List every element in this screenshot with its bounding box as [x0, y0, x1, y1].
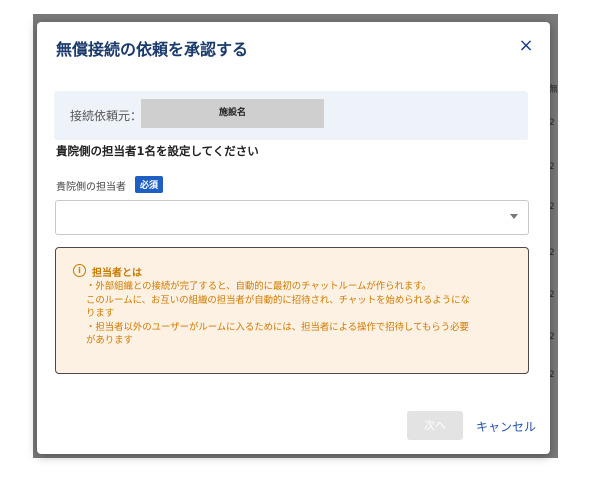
connection-source-panel: 接続依頼元： 施設名: [54, 91, 528, 140]
background-cell: 無: [549, 85, 559, 95]
required-badge: 必須: [135, 176, 164, 193]
source-label: 接続依頼元：: [70, 109, 143, 123]
info-line: ります: [86, 308, 115, 319]
chevron-down-icon[interactable]: [510, 214, 518, 219]
info-icon: i: [73, 264, 86, 277]
person-select[interactable]: [55, 200, 529, 235]
dialog-title: 無償接続の依頼を承認する: [56, 40, 249, 59]
next-button[interactable]: 次へ: [407, 411, 463, 440]
info-line: があります: [86, 335, 133, 346]
info-line: このルームに、お互いの組織の担当者が自動的に招待され、チャットを始められるように…: [86, 294, 470, 306]
info-body: ・外部組織との接続が完了すると、自動的に最初のチャットルームが作られます。 この…: [86, 280, 524, 348]
cancel-button[interactable]: キャンセル: [476, 418, 536, 435]
info-line: ・外部組織との接続が完了すると、自動的に最初のチャットルームが作られます。: [86, 281, 432, 292]
approve-connection-dialog: 無償接続の依頼を承認する × 接続依頼元： 施設名 貴院側の担当者1名を設定して…: [37, 22, 550, 454]
person-field-label: 貴院側の担当者: [56, 182, 126, 193]
source-facility-name: 施設名: [141, 99, 324, 128]
info-notice: i 担当者とは ・外部組織との接続が完了すると、自動的に最初のチャットルームが作…: [55, 247, 529, 374]
close-icon[interactable]: ×: [515, 35, 537, 57]
set-person-heading: 貴院側の担当者1名を設定してください: [56, 144, 259, 158]
info-title: 担当者とは: [92, 268, 142, 279]
info-line: ・担当者以外のユーザーがルームに入るためには、担当者による操作で招待してもらう必…: [86, 321, 469, 333]
